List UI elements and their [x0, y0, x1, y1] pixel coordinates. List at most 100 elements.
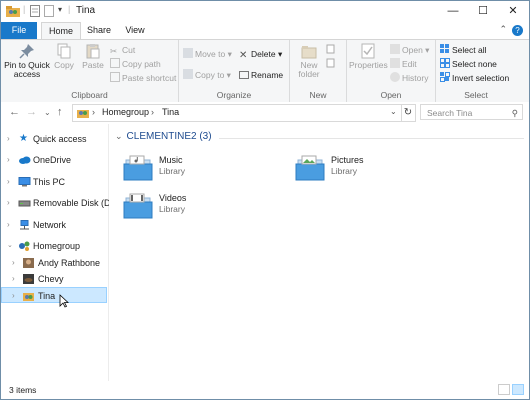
rename-label: Rename: [251, 70, 284, 80]
delete-button[interactable]: ✕ Delete ▾: [239, 48, 282, 61]
nav-item-homegroup[interactable]: ⌄ Homegroup: [1, 238, 107, 254]
nav-item-this-pc[interactable]: › This PC: [1, 174, 107, 190]
select-none-button[interactable]: Select none: [440, 58, 497, 70]
select-all-button[interactable]: Select all: [440, 44, 487, 56]
expand-chevron-icon[interactable]: ›: [7, 152, 10, 168]
nav-item-removable-disk[interactable]: › Removable Disk (D:): [1, 195, 116, 211]
minimize-button[interactable]: —: [438, 1, 468, 22]
forward-arrow-icon[interactable]: →: [26, 106, 37, 118]
expand-chevron-icon[interactable]: ›: [12, 255, 15, 271]
paste-icon: [86, 44, 100, 59]
breadcrumb-tina[interactable]: Tina: [162, 107, 179, 117]
nav-item-onedrive[interactable]: › OneDrive: [1, 152, 107, 168]
recent-locations-chevron-icon[interactable]: ⌄: [44, 108, 51, 117]
scissors-icon: ✂: [110, 46, 118, 56]
library-item-music[interactable]: Music Library: [123, 152, 283, 186]
library-name: Music: [159, 155, 183, 165]
move-to-button[interactable]: Move to ▾: [183, 48, 232, 60]
mouse-pointer-icon: [59, 294, 69, 308]
address-bar[interactable]: › Homegroup › Tina ⌄: [72, 104, 402, 122]
close-button[interactable]: ✕: [498, 1, 528, 22]
help-icon[interactable]: ?: [512, 25, 523, 36]
open-button[interactable]: Open ▾: [390, 44, 429, 56]
group-collapse-icon[interactable]: ⌄: [115, 131, 123, 141]
library-type: Library: [159, 166, 185, 176]
group-header[interactable]: ⌄ CLEMENTINE2 (3): [115, 131, 212, 142]
paste-shortcut-icon: [110, 72, 120, 82]
invert-selection-button[interactable]: Invert selection: [440, 72, 509, 84]
pin-quick-access-button[interactable]: Pin to Quick access: [4, 43, 50, 79]
tab-home[interactable]: Home: [41, 22, 81, 40]
properties-button[interactable]: Properties: [349, 43, 388, 70]
copy-to-icon: [183, 69, 193, 79]
tab-view[interactable]: View: [119, 22, 151, 39]
breadcrumb-separator[interactable]: ›: [151, 107, 154, 117]
history-button[interactable]: History: [390, 72, 428, 84]
cut-button[interactable]: ✂ Cut: [110, 44, 135, 56]
search-input[interactable]: Search Tina ⚲: [420, 104, 523, 120]
copy-path-button[interactable]: Copy path: [110, 58, 161, 70]
new-folder-qat-icon[interactable]: [44, 5, 54, 17]
expand-chevron-icon[interactable]: ›: [12, 288, 15, 304]
properties-icon[interactable]: [30, 5, 40, 17]
address-dropdown-icon[interactable]: ⌄: [390, 107, 397, 116]
open-icon: [390, 44, 400, 54]
paste-button[interactable]: Paste: [80, 43, 106, 70]
library-name: Pictures: [331, 155, 364, 165]
expand-chevron-icon[interactable]: ›: [7, 217, 10, 233]
expand-chevron-icon[interactable]: ›: [7, 174, 10, 190]
library-item-pictures[interactable]: Pictures Library: [295, 152, 455, 186]
copy-to-button[interactable]: Copy to ▾: [183, 69, 231, 81]
easy-access-icon[interactable]: [326, 58, 338, 68]
select-none-icon: [440, 58, 450, 68]
copy-label: Copy: [54, 60, 74, 70]
refresh-icon[interactable]: ↻: [401, 104, 416, 122]
library-item-videos[interactable]: Videos Library: [123, 190, 283, 224]
maximize-button[interactable]: ☐: [468, 1, 498, 22]
details-view-icon[interactable]: [498, 384, 510, 395]
nav-item-chevy[interactable]: › Chevy: [1, 271, 107, 287]
expand-chevron-icon[interactable]: ›: [7, 131, 10, 147]
status-bar: 3 items: [1, 381, 529, 399]
nav-label: Tina: [38, 291, 56, 301]
properties-check-icon: [361, 43, 375, 59]
edit-button[interactable]: Edit: [390, 58, 417, 70]
new-item-icon[interactable]: [326, 44, 338, 54]
large-icons-view-icon[interactable]: [512, 384, 524, 395]
tab-file[interactable]: File: [1, 22, 37, 39]
copy-button[interactable]: Copy: [52, 43, 76, 70]
collapse-chevron-icon[interactable]: ⌄: [7, 238, 13, 254]
expand-chevron-icon[interactable]: ›: [7, 195, 10, 211]
separator: |: [68, 4, 71, 14]
expand-chevron-icon[interactable]: ›: [12, 271, 15, 287]
copy-path-icon: [110, 58, 120, 68]
collapse-ribbon-icon[interactable]: ⌃: [499, 24, 507, 35]
rename-button[interactable]: Rename: [239, 69, 283, 81]
nav-item-network[interactable]: › Network: [1, 217, 107, 233]
rename-icon: [239, 71, 249, 79]
item-count: 3 items: [9, 385, 37, 395]
tab-share[interactable]: Share: [83, 22, 115, 39]
new-folder-label: New folder: [298, 60, 320, 79]
up-arrow-icon[interactable]: ↑: [57, 106, 63, 118]
file-list: ⌄ CLEMENTINE2 (3) Music Library Pictures …: [109, 124, 529, 381]
back-arrow-icon[interactable]: ←: [9, 106, 20, 118]
history-icon: [390, 72, 400, 82]
breadcrumb-homegroup[interactable]: Homegroup: [102, 107, 149, 117]
paste-shortcut-button[interactable]: Paste shortcut: [110, 72, 176, 84]
copy-to-label: Copy to: [195, 70, 225, 80]
cloud-icon: [19, 156, 31, 164]
customize-qat-icon[interactable]: ▾: [58, 5, 62, 14]
star-icon: ★: [19, 133, 28, 144]
user-avatar-icon: [23, 293, 34, 301]
nav-item-tina[interactable]: › Tina: [1, 287, 107, 303]
paste-label: Paste: [82, 60, 104, 70]
group-divider: [219, 138, 524, 139]
invert-selection-icon: [440, 72, 450, 82]
breadcrumb-separator[interactable]: ›: [92, 107, 95, 117]
edit-icon: [390, 58, 400, 68]
new-folder-button[interactable]: New folder: [294, 43, 324, 79]
nav-label: Homegroup: [33, 241, 81, 251]
nav-item-quick-access[interactable]: › ★ Quick access: [1, 131, 107, 147]
nav-item-andy-rathbone[interactable]: › Andy Rathbone: [1, 255, 107, 271]
